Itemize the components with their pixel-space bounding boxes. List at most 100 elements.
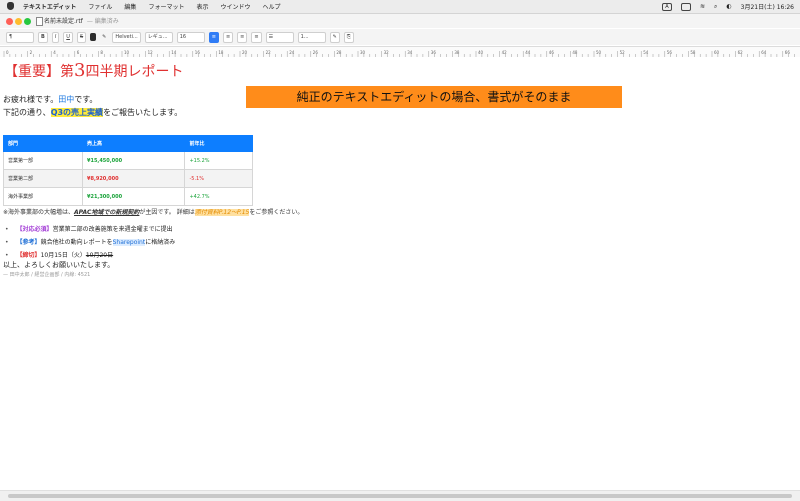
bullet-dot-icon: • <box>5 226 9 233</box>
italic-button[interactable]: I <box>51 31 60 43</box>
note-highlighted: 添付資料P.12〜P.15 <box>194 209 250 216</box>
menu-bar: テキストエディット ファイル 編集 フォーマット 表示 ウインドウ ヘルプ A … <box>0 0 800 14</box>
text-color-swatch[interactable] <box>90 33 97 41</box>
ruler-label: 32 <box>384 50 390 55</box>
close-window-button[interactable] <box>6 18 13 25</box>
orange-banner: 純正のテキストエディットの場合、書式がそのまま <box>246 86 622 108</box>
bullet-text-after: に格納済み <box>145 239 176 246</box>
menu-format[interactable]: フォーマット <box>148 2 184 11</box>
zoom-window-button[interactable] <box>24 18 31 25</box>
clock-datetime[interactable]: 3月21日(土) 16:26 <box>741 2 794 11</box>
ruler-label: 42 <box>502 50 508 55</box>
bold-button[interactable]: B <box>38 31 48 43</box>
greeting-suffix: です。 <box>74 95 98 104</box>
ruler-label: 30 <box>360 50 366 55</box>
cell-yoy: +42.7% <box>184 187 253 206</box>
ruler-label: 24 <box>289 50 295 55</box>
bullet-struck-text: 10月20日 <box>85 252 114 259</box>
note-suffix: をご参照ください。 <box>249 209 304 216</box>
align-center-button[interactable]: ≡ <box>222 31 234 43</box>
attachment-icon[interactable]: ⎘ <box>343 31 354 43</box>
ruler-label: 56 <box>667 50 673 55</box>
note-middle: が主因です。 詳細は <box>139 209 195 216</box>
document-icon[interactable] <box>36 17 43 26</box>
ruler-label: 58 <box>690 50 696 55</box>
ruler-ticks: 0 2 4 6 8 10 12 14 16 18 20 22 24 26 28 30 32 34 36 38 40 42 4… <box>3 50 795 57</box>
ruler-label: 18 <box>218 50 224 55</box>
intro-line: 下記の通り、Q3の売上実績をご報告いたします。 <box>3 107 182 118</box>
list-style-popup[interactable]: 1... <box>297 31 326 43</box>
menu-file[interactable]: ファイル <box>88 2 112 11</box>
bullet-text: 営業第二部の改善施策を来週金曜までに提出 <box>52 226 173 233</box>
menu-window[interactable]: ウインドウ <box>220 2 250 11</box>
bullet-dot-icon: • <box>5 252 9 259</box>
header-dept: 部門 <box>3 135 83 152</box>
list-item: • 【対応必須】営業第二部の改善施策を来週金曜までに提出 <box>5 223 175 236</box>
greeting-name: 田中 <box>58 95 75 104</box>
horizontal-scrollbar[interactable] <box>0 490 800 501</box>
highlight-color-icon[interactable]: ✎ <box>100 33 108 42</box>
ruler-label: 48 <box>572 50 578 55</box>
ruler-label: 14 <box>171 50 177 55</box>
intro-highlight: Q3の売上実績 <box>50 108 104 117</box>
ruler-label: 62 <box>738 50 744 55</box>
control-center-icon[interactable]: ◐ <box>726 3 731 10</box>
bullet-text: 10月15日（火） <box>40 252 86 259</box>
ruler-label: 0 <box>6 50 9 55</box>
ruler-label: 36 <box>431 50 437 55</box>
underline-button[interactable]: U <box>63 31 73 43</box>
line-spacing-popup[interactable]: ☰ <box>265 31 294 43</box>
font-family-popup[interactable]: Helveti... <box>112 31 141 43</box>
align-left-button[interactable]: ≡ <box>208 31 219 43</box>
intro-suffix: をご報告いたします。 <box>103 108 183 117</box>
wifi-icon[interactable]: ≋ <box>700 3 705 10</box>
cell-yoy: -5.1% <box>184 169 253 188</box>
font-size-field[interactable]: 16 <box>176 31 205 43</box>
sharepoint-link[interactable]: Sharepoint <box>112 239 146 246</box>
menu-edit[interactable]: 編集 <box>124 2 136 11</box>
input-source-icon[interactable]: A <box>662 2 672 11</box>
align-justify-button[interactable]: ≡ <box>251 31 262 43</box>
document-heading: 【重要】第3四半期レポート <box>4 60 183 81</box>
ruler-label: 2 <box>30 50 33 55</box>
ruler-label: 16 <box>195 50 201 55</box>
cell-dept: 海外事業部 <box>3 187 83 206</box>
window-title-text[interactable]: 名前未設定.rtf <box>44 18 83 25</box>
ruler-label: 50 <box>596 50 602 55</box>
menu-app-name[interactable]: テキストエディット <box>23 2 76 11</box>
header-sales: 売上高 <box>81 135 186 152</box>
minimize-window-button[interactable] <box>15 18 22 25</box>
ruler-label: 22 <box>266 50 272 55</box>
screen-mirror-icon[interactable] <box>681 2 691 11</box>
cell-dept: 営業第二部 <box>3 169 83 188</box>
signature-line: — 田中太郎 / 経営企画部 / 内線: 4521 <box>3 272 91 278</box>
ruler-label: 40 <box>478 50 484 55</box>
ruler-label: 26 <box>313 50 319 55</box>
bullet-text: 競合他社の動向レポートを <box>40 239 113 246</box>
heading-digit: 3 <box>74 60 86 81</box>
ruler-label: 8 <box>100 50 103 55</box>
note-underlined: APAC地域での新規契約 <box>74 209 140 216</box>
bullet-dot-icon: • <box>5 239 9 246</box>
ruler-label: 10 <box>124 50 130 55</box>
cell-sales: ¥8,920,000 <box>81 169 186 188</box>
window-titlebar <box>0 14 800 28</box>
search-icon[interactable]: ⌕ <box>714 3 717 11</box>
scrollbar-thumb[interactable] <box>8 494 792 498</box>
apple-logo-icon[interactable] <box>7 2 14 10</box>
header-yoy: 前年比 <box>184 135 253 152</box>
bullet-tag: 【対応必須】 <box>16 226 53 233</box>
align-right-button[interactable]: ≡ <box>237 31 248 43</box>
greeting-line: お疲れ様です。田中です。 <box>3 94 97 105</box>
font-style-popup[interactable]: レギュ... <box>144 31 173 43</box>
edit-icon[interactable]: ✎ <box>329 31 340 43</box>
ruler-label: 28 <box>336 50 342 55</box>
strikethrough-button[interactable]: S <box>76 31 87 43</box>
paragraph-style-popup[interactable]: ¶ <box>6 31 34 43</box>
cell-sales: ¥15,450,000 <box>81 151 186 170</box>
menu-view[interactable]: 表示 <box>196 2 208 11</box>
status-area: A ≋ ⌕ ◐ 3月21日(土) 16:26 <box>662 0 794 13</box>
menu-help[interactable]: ヘルプ <box>262 2 280 11</box>
document-area[interactable]: 【重要】第3四半期レポート 純正のテキストエディットの場合、書式がそのまま お疲… <box>0 57 800 490</box>
ruler-label: 60 <box>714 50 720 55</box>
